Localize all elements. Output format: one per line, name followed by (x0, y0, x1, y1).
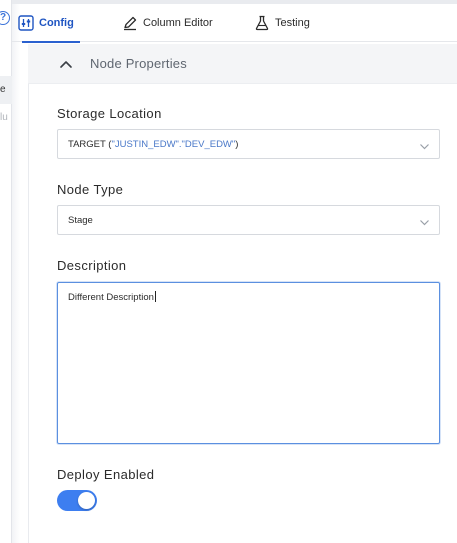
tab-bar: Config Column Editor Testing (12, 4, 457, 43)
storage-location-value: TARGET ("JUSTIN_EDW"."DEV_EDW") (68, 139, 239, 150)
description-text: Different Description (68, 291, 156, 303)
tab-label: Column Editor (143, 17, 213, 29)
help-icon[interactable]: ? (0, 11, 10, 25)
node-type-select[interactable]: Stage (57, 205, 440, 235)
list-item-label-fragment: lu (0, 112, 8, 123)
tab-config[interactable]: Config (18, 4, 80, 43)
tab-column-editor[interactable]: Column Editor (122, 4, 213, 42)
list-item-selected[interactable]: e (0, 76, 12, 104)
node-type-value: Stage (68, 215, 93, 226)
tab-testing[interactable]: Testing (254, 4, 310, 42)
pencil-icon (122, 15, 138, 31)
storage-location-label: Storage Location (57, 106, 162, 121)
deploy-enabled-label: Deploy Enabled (57, 467, 155, 482)
tab-label: Testing (275, 17, 310, 29)
description-textarea[interactable]: Different Description (57, 282, 440, 444)
flask-icon (254, 15, 270, 31)
list-item-label-fragment: e (0, 84, 6, 95)
tab-label: Config (39, 17, 74, 29)
toggle-knob (78, 492, 95, 509)
content-divider (28, 84, 29, 543)
chevron-down-icon (419, 215, 430, 226)
section-title: Node Properties (90, 56, 187, 71)
text-caret (154, 291, 156, 302)
node-properties-header[interactable]: Node Properties (28, 44, 457, 84)
left-panel-edge: ? e lu (0, 0, 12, 543)
storage-location-select[interactable]: TARGET ("JUSTIN_EDW"."DEV_EDW") (57, 129, 440, 159)
node-type-label: Node Type (57, 182, 124, 197)
description-label: Description (57, 258, 127, 273)
chevron-down-icon (419, 139, 430, 150)
deploy-enabled-toggle[interactable] (57, 490, 97, 511)
chevron-up-icon (58, 56, 74, 72)
sliders-icon (18, 15, 34, 31)
panel-divider-shadow (12, 0, 20, 543)
